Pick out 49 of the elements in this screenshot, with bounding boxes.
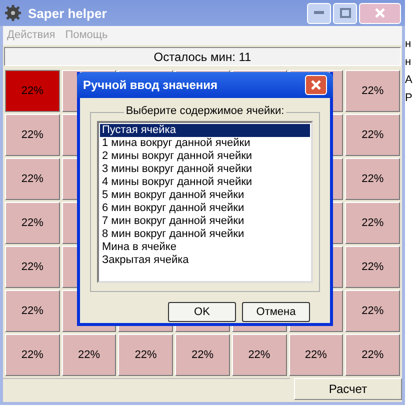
field-cell[interactable]: 22% bbox=[345, 70, 400, 112]
background-text: н bbox=[405, 56, 412, 68]
field-cell[interactable]: 22% bbox=[5, 290, 60, 332]
ok-button[interactable]: OK bbox=[168, 302, 236, 322]
field-cell[interactable]: 22% bbox=[345, 114, 400, 156]
dialog-title: Ручной ввод значения bbox=[83, 78, 219, 92]
maximize-button[interactable] bbox=[333, 2, 357, 24]
field-cell[interactable]: 22% bbox=[5, 202, 60, 244]
field-cell[interactable]: 22% bbox=[345, 246, 400, 288]
background-text: Р bbox=[405, 92, 414, 104]
field-cell[interactable]: 22% bbox=[5, 246, 60, 288]
minimize-button[interactable] bbox=[307, 2, 331, 24]
field-cell[interactable]: 22% bbox=[62, 334, 116, 376]
close-button[interactable] bbox=[305, 75, 327, 95]
field-cell[interactable]: 22% bbox=[175, 334, 230, 376]
list-item[interactable]: Мина в ячейке bbox=[100, 241, 310, 254]
gear-icon bbox=[4, 4, 22, 22]
close-icon bbox=[310, 79, 322, 91]
window-title: Saper helper bbox=[28, 6, 108, 21]
close-button[interactable] bbox=[359, 2, 401, 24]
field-cell[interactable]: 22% bbox=[345, 158, 400, 200]
field-cell[interactable]: 22% bbox=[118, 334, 174, 376]
field-cell[interactable]: 22% bbox=[288, 334, 344, 376]
field-cell[interactable]: 22% bbox=[345, 202, 400, 244]
field-cell[interactable]: 22% bbox=[345, 334, 400, 376]
calculate-button[interactable]: Расчет bbox=[294, 378, 402, 400]
field-cell[interactable]: 22% bbox=[345, 290, 400, 332]
list-item[interactable]: 6 мин вокруг данной ячейки bbox=[100, 202, 310, 215]
group-label: Выберите содержимое ячейки: bbox=[124, 105, 286, 117]
maximize-icon bbox=[340, 8, 350, 18]
close-icon bbox=[374, 7, 386, 20]
field-cell[interactable]: 22% bbox=[232, 334, 287, 376]
list-item[interactable]: 5 мин вокруг данной ячейки bbox=[100, 189, 310, 202]
field-cell[interactable]: 22% bbox=[5, 334, 60, 376]
cancel-button[interactable]: Отмена bbox=[242, 302, 310, 322]
list-item[interactable]: 1 мина вокруг данной ячейки bbox=[100, 137, 310, 150]
list-item[interactable]: 4 мины вокруг данной ячейки bbox=[100, 176, 310, 189]
background-text: А bbox=[405, 74, 414, 86]
list-item[interactable]: 2 мины вокруг данной ячейки bbox=[100, 150, 310, 163]
list-item[interactable]: 3 мины вокруг данной ячейки bbox=[100, 163, 310, 176]
minimize-icon bbox=[314, 11, 324, 16]
field-cell[interactable]: 22% bbox=[5, 114, 60, 156]
list-item[interactable]: 8 мин вокруг данной ячейки bbox=[100, 228, 310, 241]
list-item[interactable]: Пустая ячейка bbox=[100, 124, 310, 137]
mines-left-label: Осталось мин: 11 bbox=[4, 47, 401, 66]
background-text: н bbox=[405, 38, 412, 50]
list-item[interactable]: 7 мин вокруг данной ячейки bbox=[100, 215, 310, 228]
field-cell[interactable]: 22% bbox=[5, 158, 60, 200]
list-item[interactable]: Закрытая ячейка bbox=[100, 254, 310, 267]
